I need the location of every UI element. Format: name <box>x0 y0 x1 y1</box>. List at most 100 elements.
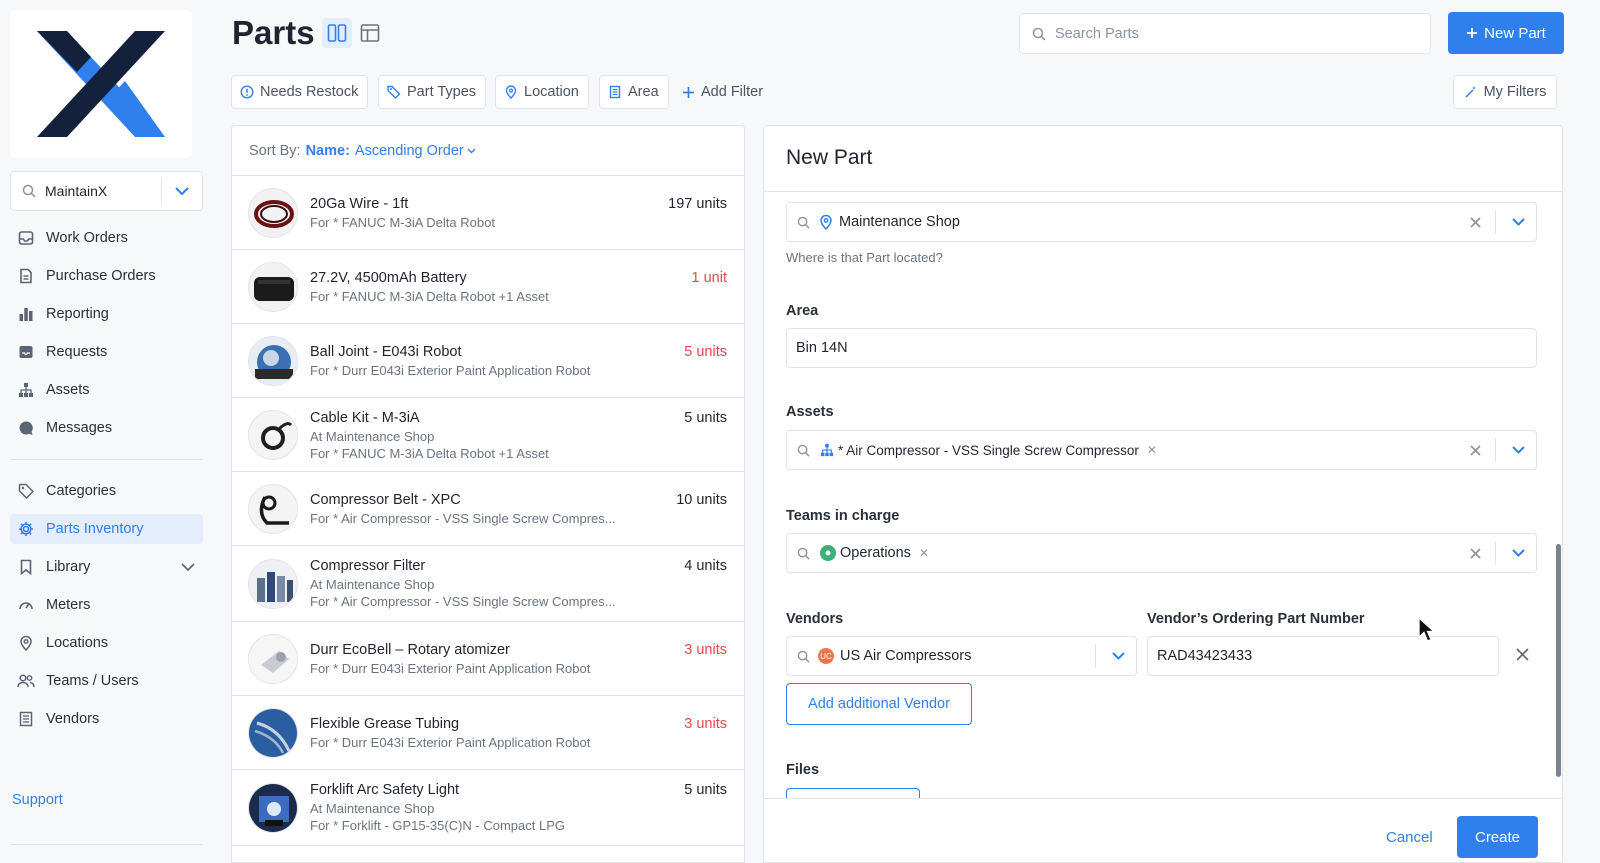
chevron-down-icon[interactable] <box>181 562 195 572</box>
part-thumbnail <box>248 708 298 758</box>
gear-icon <box>16 519 36 539</box>
part-location: At Maintenance Shop <box>310 801 435 816</box>
document-icon <box>16 266 36 286</box>
vendor-part-number-label: Vendor’s Ordering Part Number <box>1147 611 1365 627</box>
part-asset: For * FANUC M-3iA Delta Robot +1 Asset <box>310 289 549 304</box>
split-view-toggle[interactable] <box>322 18 352 48</box>
sort-field[interactable]: Name: <box>306 143 350 159</box>
list-item[interactable]: Flexible Grease Tubing For * Durr E043i … <box>232 696 744 770</box>
sidebar-item-work-orders[interactable]: Work Orders <box>10 223 203 253</box>
table-view-toggle[interactable] <box>355 18 385 48</box>
part-asset: For * FANUC M-3iA Delta Robot <box>310 215 495 230</box>
sidebar-item-label: Teams / Users <box>46 673 139 689</box>
part-quantity: 5 units <box>684 344 727 360</box>
sidebar-item-locations[interactable]: Locations <box>10 628 203 658</box>
area-input[interactable]: Bin 14N <box>786 328 1537 368</box>
form-scrollbar[interactable] <box>1556 544 1561 777</box>
remove-vendor-icon[interactable] <box>1516 648 1529 661</box>
part-asset: For * FANUC M-3iA Delta Robot +1 Asset <box>310 446 549 461</box>
sidebar-item-label: Assets <box>46 382 90 398</box>
filter-location[interactable]: Location <box>495 75 589 109</box>
chevron-down-icon[interactable] <box>1112 652 1125 660</box>
assets-select[interactable]: * Air Compressor - VSS Single Screw Comp… <box>786 430 1537 470</box>
part-quantity: 10 units <box>676 492 727 508</box>
sidebar-item-assets[interactable]: Assets <box>10 375 203 405</box>
list-item[interactable]: Durr EcoBell – Rotary atomizer For * Dur… <box>232 622 744 696</box>
assets-label: Assets <box>786 404 834 420</box>
nav-primary: Work Orders Purchase Orders Reporting Re… <box>10 223 203 451</box>
sidebar-item-teams-users[interactable]: Teams / Users <box>10 666 203 696</box>
part-name: Flexible Grease Tubing <box>310 716 460 732</box>
sidebar-item-messages[interactable]: Messages <box>10 413 203 443</box>
sidebar-item-reporting[interactable]: Reporting <box>10 299 203 329</box>
chevron-down-icon[interactable] <box>1512 549 1525 557</box>
list-item[interactable]: Compressor Filter At Maintenance Shop Fo… <box>232 546 744 622</box>
support-link[interactable]: Support <box>12 792 63 808</box>
list-item[interactable]: Ball Joint - E043i Robot For * Durr E043… <box>232 324 744 398</box>
filter-label: Location <box>524 84 579 100</box>
hierarchy-icon <box>820 443 834 457</box>
clear-icon[interactable] <box>1470 444 1481 456</box>
create-button[interactable]: Create <box>1457 816 1538 858</box>
sidebar-item-meters[interactable]: Meters <box>10 590 203 620</box>
part-thumbnail <box>248 634 298 684</box>
teams-select[interactable]: Operations ✕ <box>786 533 1537 573</box>
hierarchy-icon <box>16 380 36 400</box>
asset-tag: * Air Compressor - VSS Single Screw Comp… <box>820 443 1157 458</box>
location-select[interactable]: Maintenance Shop <box>786 202 1537 242</box>
users-icon <box>16 671 36 691</box>
sidebar-item-purchase-orders[interactable]: Purchase Orders <box>10 261 203 291</box>
chevron-down-icon[interactable] <box>1512 446 1525 454</box>
filter-part-types[interactable]: Part Types <box>378 75 487 109</box>
teams-label: Teams in charge <box>786 508 900 524</box>
sidebar-item-library[interactable]: Library <box>10 552 203 582</box>
my-filters-button[interactable]: My Filters <box>1453 75 1557 109</box>
add-additional-vendor-button[interactable]: Add additional Vendor <box>786 683 972 725</box>
add-filter-button[interactable]: Add Filter <box>682 75 763 109</box>
search-input[interactable] <box>1055 25 1395 42</box>
new-part-button[interactable]: New Part <box>1448 12 1564 54</box>
chevron-down-icon[interactable] <box>162 186 202 196</box>
sidebar-item-label: Reporting <box>46 306 109 322</box>
remove-tag-icon[interactable]: ✕ <box>1147 443 1157 457</box>
filter-area[interactable]: Area <box>599 75 669 109</box>
sidebar: MaintainX Work Orders Purchase Orders Re… <box>0 0 212 863</box>
divider <box>1495 541 1496 565</box>
app-logo[interactable] <box>10 10 192 158</box>
filter-needs-restock[interactable]: Needs Restock <box>231 75 369 109</box>
list-item[interactable]: Cable Kit - M-3iA At Maintenance Shop Fo… <box>232 398 744 472</box>
sidebar-item-label: Requests <box>46 344 108 360</box>
area-label: Area <box>786 303 819 319</box>
divider <box>1495 438 1496 462</box>
sidebar-item-requests[interactable]: Requests <box>10 337 203 367</box>
sidebar-item-categories[interactable]: Categories <box>10 476 203 506</box>
pin-icon <box>16 633 36 653</box>
form-title: New Part <box>786 146 873 169</box>
part-thumbnail <box>248 410 298 460</box>
part-thumbnail <box>248 783 298 833</box>
organization-selector[interactable]: MaintainX <box>10 171 203 211</box>
sort-order-dropdown[interactable]: Ascending Order <box>355 143 476 159</box>
part-quantity: 3 units <box>684 642 727 658</box>
sidebar-item-label: Categories <box>46 483 117 499</box>
chevron-down-icon[interactable] <box>1512 218 1525 226</box>
search-icon <box>797 547 810 560</box>
vendor-select[interactable]: UC US Air Compressors <box>786 636 1137 676</box>
divider <box>764 191 1562 192</box>
part-location: At Maintenance Shop <box>310 429 435 444</box>
list-item[interactable]: Forklift Arc Safety Light At Maintenance… <box>232 770 744 846</box>
vendor-part-number-input[interactable]: RAD43423433 <box>1147 636 1499 676</box>
clear-icon[interactable] <box>1470 216 1481 228</box>
vendor-avatar: UC <box>818 648 834 664</box>
sidebar-item-vendors[interactable]: Vendors <box>10 704 203 734</box>
sidebar-item-label: Library <box>46 559 91 575</box>
list-item[interactable]: Compressor Belt - XPC For * Air Compress… <box>232 472 744 546</box>
remove-tag-icon[interactable]: ✕ <box>919 546 929 560</box>
clear-icon[interactable] <box>1470 547 1481 559</box>
cancel-button[interactable]: Cancel <box>1386 829 1433 846</box>
list-item[interactable]: 27.2V, 4500mAh Battery For * FANUC M-3iA… <box>232 250 744 324</box>
list-item[interactable]: 20Ga Wire - 1ft For * FANUC M-3iA Delta … <box>232 176 744 250</box>
sidebar-item-parts-inventory[interactable]: Parts Inventory <box>10 514 203 544</box>
part-quantity: 3 units <box>684 716 727 732</box>
inbox-icon <box>16 228 36 248</box>
